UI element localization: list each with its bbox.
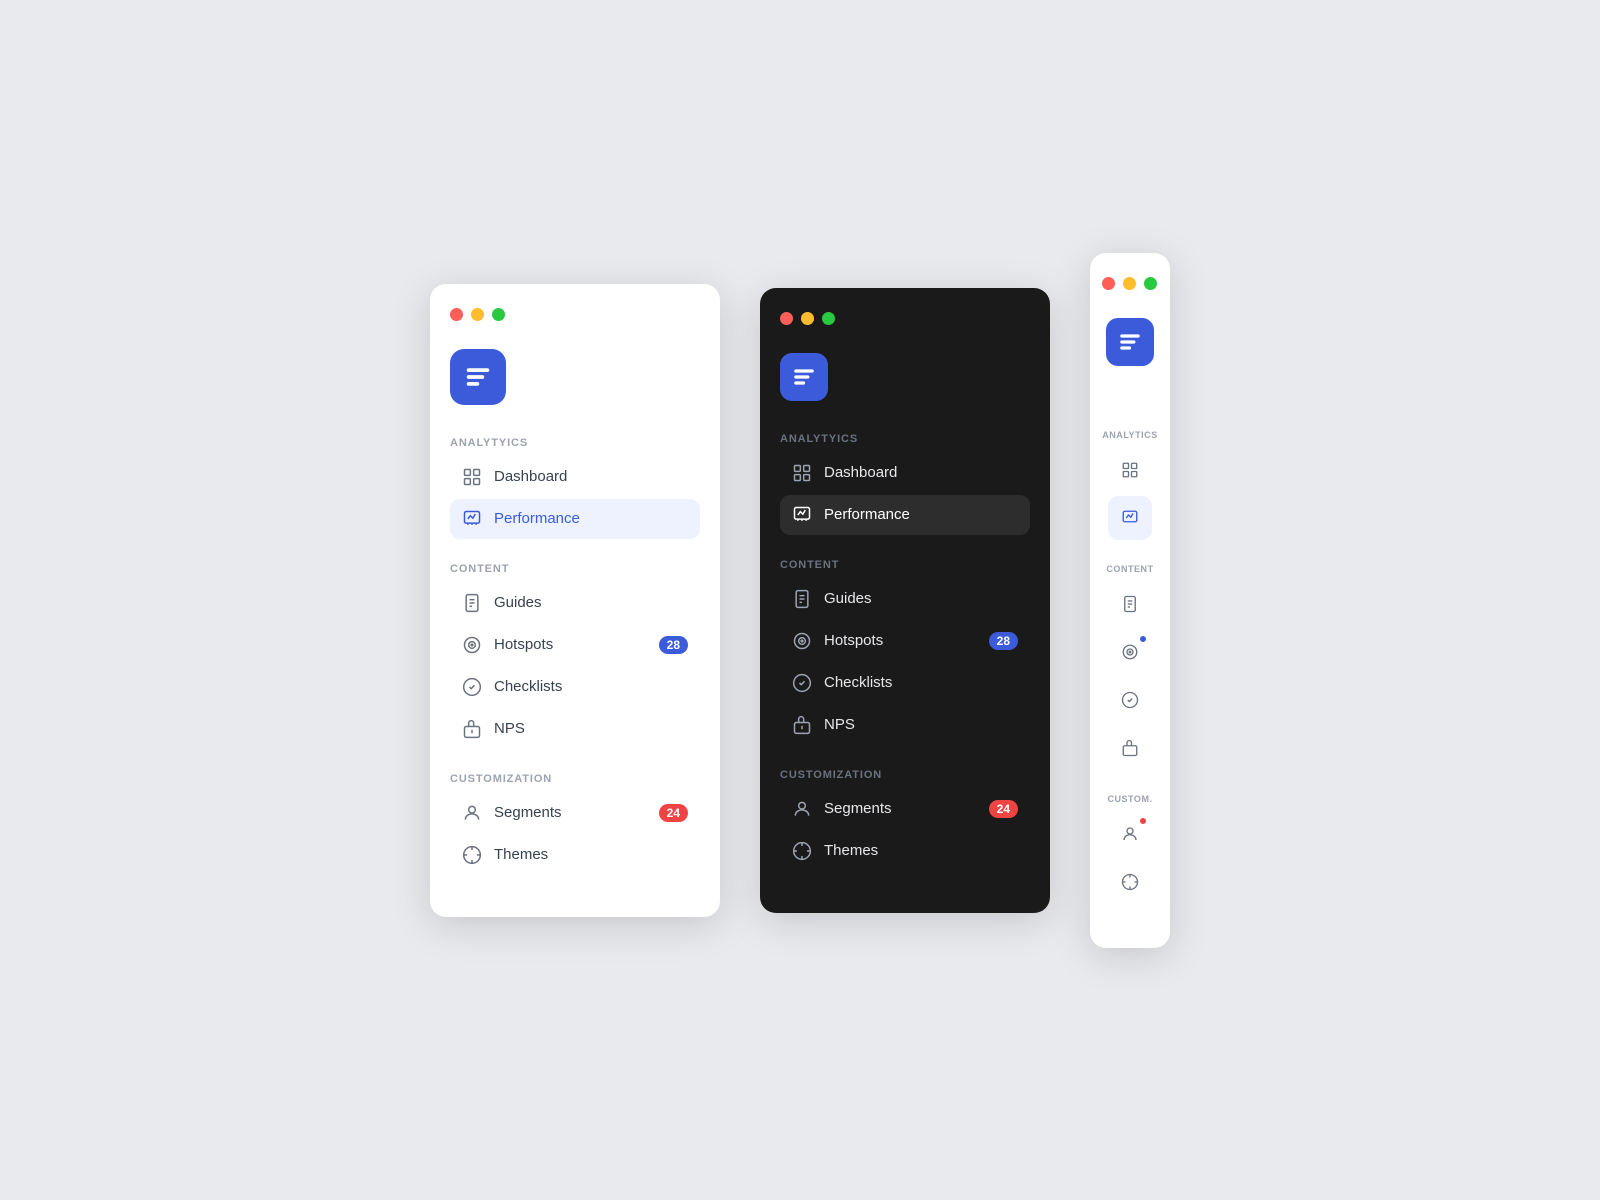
nav-label-hotspots: Hotspots xyxy=(494,636,647,653)
nav-item-performance[interactable]: Performance xyxy=(450,499,700,539)
badge-hotspots-dark: 28 xyxy=(989,632,1018,650)
traffic-light-yellow-c xyxy=(1123,277,1136,290)
section-label-content: CONTENT xyxy=(450,563,700,575)
nav-label-guides-dark: Guides xyxy=(824,590,1018,607)
panel-light: ANALYTYICS Dashboard Performance CONTENT… xyxy=(430,284,720,917)
nav-icon-hotspots-c[interactable] xyxy=(1108,630,1152,674)
nav-label-themes: Themes xyxy=(494,846,688,863)
nav-label-segments: Segments xyxy=(494,804,647,821)
traffic-light-yellow-dark xyxy=(801,312,814,325)
nav-label-checklists: Checklists xyxy=(494,678,688,695)
nav-label-hotspots-dark: Hotspots xyxy=(824,632,977,649)
nav-item-checklists-dark[interactable]: Checklists xyxy=(780,663,1030,703)
badge-segments: 24 xyxy=(659,804,688,822)
nav-item-guides-dark[interactable]: Guides xyxy=(780,579,1030,619)
hotspot-dot xyxy=(1138,634,1148,644)
nav-item-segments[interactable]: Segments 24 xyxy=(450,793,700,833)
nav-item-dashboard-dark[interactable]: Dashboard xyxy=(780,453,1030,493)
section-label-analytics-c: ANALYTICS xyxy=(1102,430,1158,440)
section-label-customization: CUSTOMIZATION xyxy=(450,773,700,785)
panel-collapsed: ANALYTICS CONTENT xyxy=(1090,253,1170,948)
nav-label-themes-dark: Themes xyxy=(824,842,1018,859)
nav-label-nps-dark: NPS xyxy=(824,716,1018,733)
nav-item-hotspots-dark[interactable]: Hotspots 28 xyxy=(780,621,1030,661)
nav-icon-themes-c[interactable] xyxy=(1108,860,1152,904)
section-label-analytics-dark: ANALYTYICS xyxy=(780,433,1030,445)
nav-item-performance-dark[interactable]: Performance xyxy=(780,495,1030,535)
nav-label-performance: Performance xyxy=(494,510,688,527)
nav-icon-checklists-c[interactable] xyxy=(1108,678,1152,722)
nav-label-dashboard-dark: Dashboard xyxy=(824,464,1018,481)
traffic-lights-collapsed xyxy=(1102,277,1158,290)
nav-icon-nps-c[interactable] xyxy=(1108,726,1152,770)
nav-item-guides[interactable]: Guides xyxy=(450,583,700,623)
traffic-lights-dark xyxy=(780,312,1030,325)
traffic-light-red-dark xyxy=(780,312,793,325)
segments-dot xyxy=(1138,816,1148,826)
section-label-custom-c: CUSTOM. xyxy=(1102,794,1158,804)
app-icon-collapsed xyxy=(1106,318,1154,366)
section-label-content-c: CONTENT xyxy=(1102,564,1158,574)
nav-label-checklists-dark: Checklists xyxy=(824,674,1018,691)
badge-hotspots: 28 xyxy=(659,636,688,654)
nav-item-checklists[interactable]: Checklists xyxy=(450,667,700,707)
traffic-light-green-dark xyxy=(822,312,835,325)
app-icon-dark xyxy=(780,353,828,401)
app-icon xyxy=(450,349,506,405)
nav-label-dashboard: Dashboard xyxy=(494,468,688,485)
nav-label-nps: NPS xyxy=(494,720,688,737)
section-label-customization-dark: CUSTOMIZATION xyxy=(780,769,1030,781)
nav-item-hotspots[interactable]: Hotspots 28 xyxy=(450,625,700,665)
nav-icon-segments-c[interactable] xyxy=(1108,812,1152,856)
section-label-analytics: ANALYTYICS xyxy=(450,437,700,449)
traffic-light-green xyxy=(492,308,505,321)
nav-item-segments-dark[interactable]: Segments 24 xyxy=(780,789,1030,829)
nav-label-performance-dark: Performance xyxy=(824,506,1018,523)
traffic-light-red-c xyxy=(1102,277,1115,290)
nav-label-guides: Guides xyxy=(494,594,688,611)
nav-item-dashboard[interactable]: Dashboard xyxy=(450,457,700,497)
badge-segments-dark: 24 xyxy=(989,800,1018,818)
traffic-light-red xyxy=(450,308,463,321)
nav-item-themes[interactable]: Themes xyxy=(450,835,700,875)
nav-icon-guides-c[interactable] xyxy=(1108,582,1152,626)
nav-icon-dashboard-c[interactable] xyxy=(1108,448,1152,492)
nav-icon-performance-c[interactable] xyxy=(1108,496,1152,540)
nav-item-nps-dark[interactable]: NPS xyxy=(780,705,1030,745)
panel-dark: ANALYTYICS Dashboard Performance CONTENT… xyxy=(760,288,1050,913)
nav-item-nps[interactable]: NPS xyxy=(450,709,700,749)
traffic-light-yellow xyxy=(471,308,484,321)
section-label-content-dark: CONTENT xyxy=(780,559,1030,571)
nav-label-segments-dark: Segments xyxy=(824,800,977,817)
traffic-light-green-c xyxy=(1144,277,1157,290)
traffic-lights-light xyxy=(450,308,700,321)
nav-item-themes-dark[interactable]: Themes xyxy=(780,831,1030,871)
